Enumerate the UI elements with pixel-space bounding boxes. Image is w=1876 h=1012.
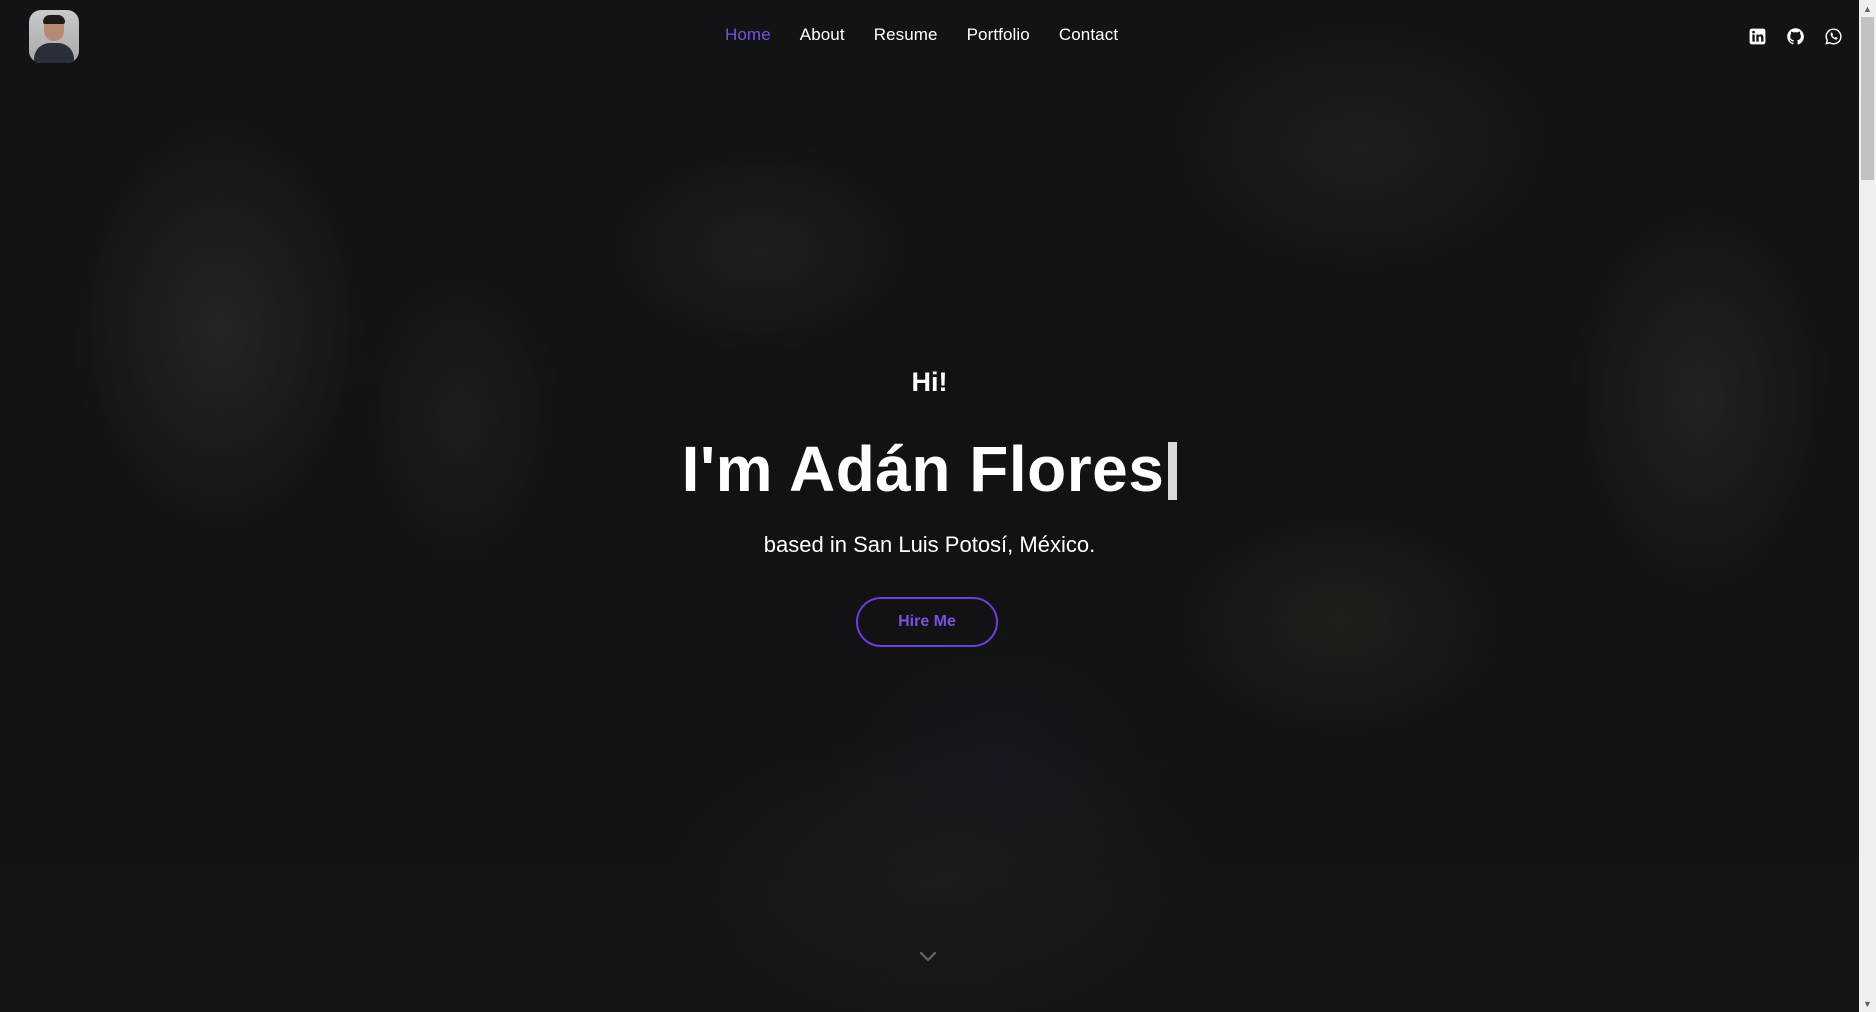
linkedin-icon[interactable] <box>1748 27 1767 46</box>
hero-title: I'm Adán Flores <box>0 432 1859 506</box>
nav-link-contact[interactable]: Contact <box>1059 25 1118 45</box>
scrollbar-thumb[interactable] <box>1861 17 1874 180</box>
typing-cursor <box>1168 442 1178 500</box>
nav-link-portfolio[interactable]: Portfolio <box>967 25 1030 45</box>
hero-section: Hi! I'm Adán Flores based in San Luis Po… <box>0 0 1859 1012</box>
nav-link-resume[interactable]: Resume <box>874 25 938 45</box>
chevron-down-icon[interactable] <box>918 950 938 964</box>
site-header: Home About Resume Portfolio Contact <box>0 0 1859 74</box>
hire-me-button[interactable]: Hire Me <box>856 597 998 647</box>
hero-subtitle: based in San Luis Potosí, México. <box>763 532 1096 557</box>
nav-link-about[interactable]: About <box>800 25 845 45</box>
nav-link-home[interactable]: Home <box>725 25 771 45</box>
social-links <box>1748 27 1859 46</box>
hero-greeting: Hi! <box>911 367 948 397</box>
avatar[interactable] <box>29 10 79 63</box>
page-scrollbar[interactable]: ▲ ▼ <box>1859 0 1876 1012</box>
scroll-up-arrow-icon[interactable]: ▲ <box>1859 0 1876 17</box>
whatsapp-icon[interactable] <box>1824 27 1843 46</box>
page: Home About Resume Portfolio Contact Hi! … <box>0 0 1876 1012</box>
main-nav: Home About Resume Portfolio Contact <box>725 25 1118 45</box>
scroll-down-arrow-icon[interactable]: ▼ <box>1859 995 1876 1012</box>
hero-title-text: I'm Adán Flores <box>681 433 1165 505</box>
github-icon[interactable] <box>1786 27 1805 46</box>
